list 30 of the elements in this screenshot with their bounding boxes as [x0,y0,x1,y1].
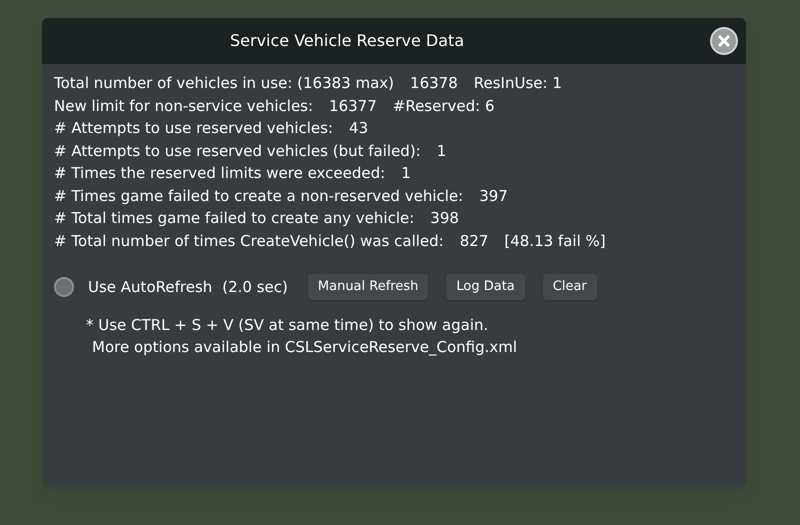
action-button[interactable]: Clear [542,274,597,300]
note-text: * Use CTRL + S + V (SV at same time) to show again. [86,315,490,336]
stat-text: # Attempts to use reserved vehicles (but failed): [54,140,421,162]
action-button[interactable]: Manual Refresh [308,274,428,300]
note-text: More options available in CSLServiceReserve_Config.xml [92,337,518,358]
stat-text: [48.13 fail %] [504,230,606,252]
close-button[interactable] [710,27,738,55]
stat-text: ResInUse: 1 [474,73,562,94]
stat-text: # Attempts to use reserved vehicles: [54,118,334,139]
stat-text: # Times game failed to create a non-reserved vehicle: [54,186,464,206]
close-icon [717,34,731,48]
stat-text: # Times the reserved limits were exceeded: [54,163,386,184]
stat-text: 1 [436,140,446,162]
stat-text: # Total number of times CreateVehicle() was called: [54,230,444,252]
stat-text: #Reserved: 6 [392,96,495,116]
checkbox[interactable] [54,277,74,297]
checkbox-label: Use AutoRefresh [88,276,212,298]
stat-text: 398 [430,208,459,229]
stat-text: Total number of vehicles in use: (16383 max) [54,73,394,94]
stat-text: 16377 [329,96,377,116]
interval-text: (2.0 sec) [222,276,288,298]
stat-text: 827 [460,230,488,252]
action-button[interactable]: Log Data [446,274,525,300]
stat-text: # Total times game failed to create any vehicle: [54,208,414,229]
stat-text: 43 [349,118,368,139]
stat-text: 16378 [410,73,458,94]
window-title: Service Vehicle Reserve Data [230,30,464,52]
stat-text: 397 [479,186,508,206]
stat-text: New limit for non-service vehicles: [54,96,314,116]
stat-text: 1 [401,163,411,184]
